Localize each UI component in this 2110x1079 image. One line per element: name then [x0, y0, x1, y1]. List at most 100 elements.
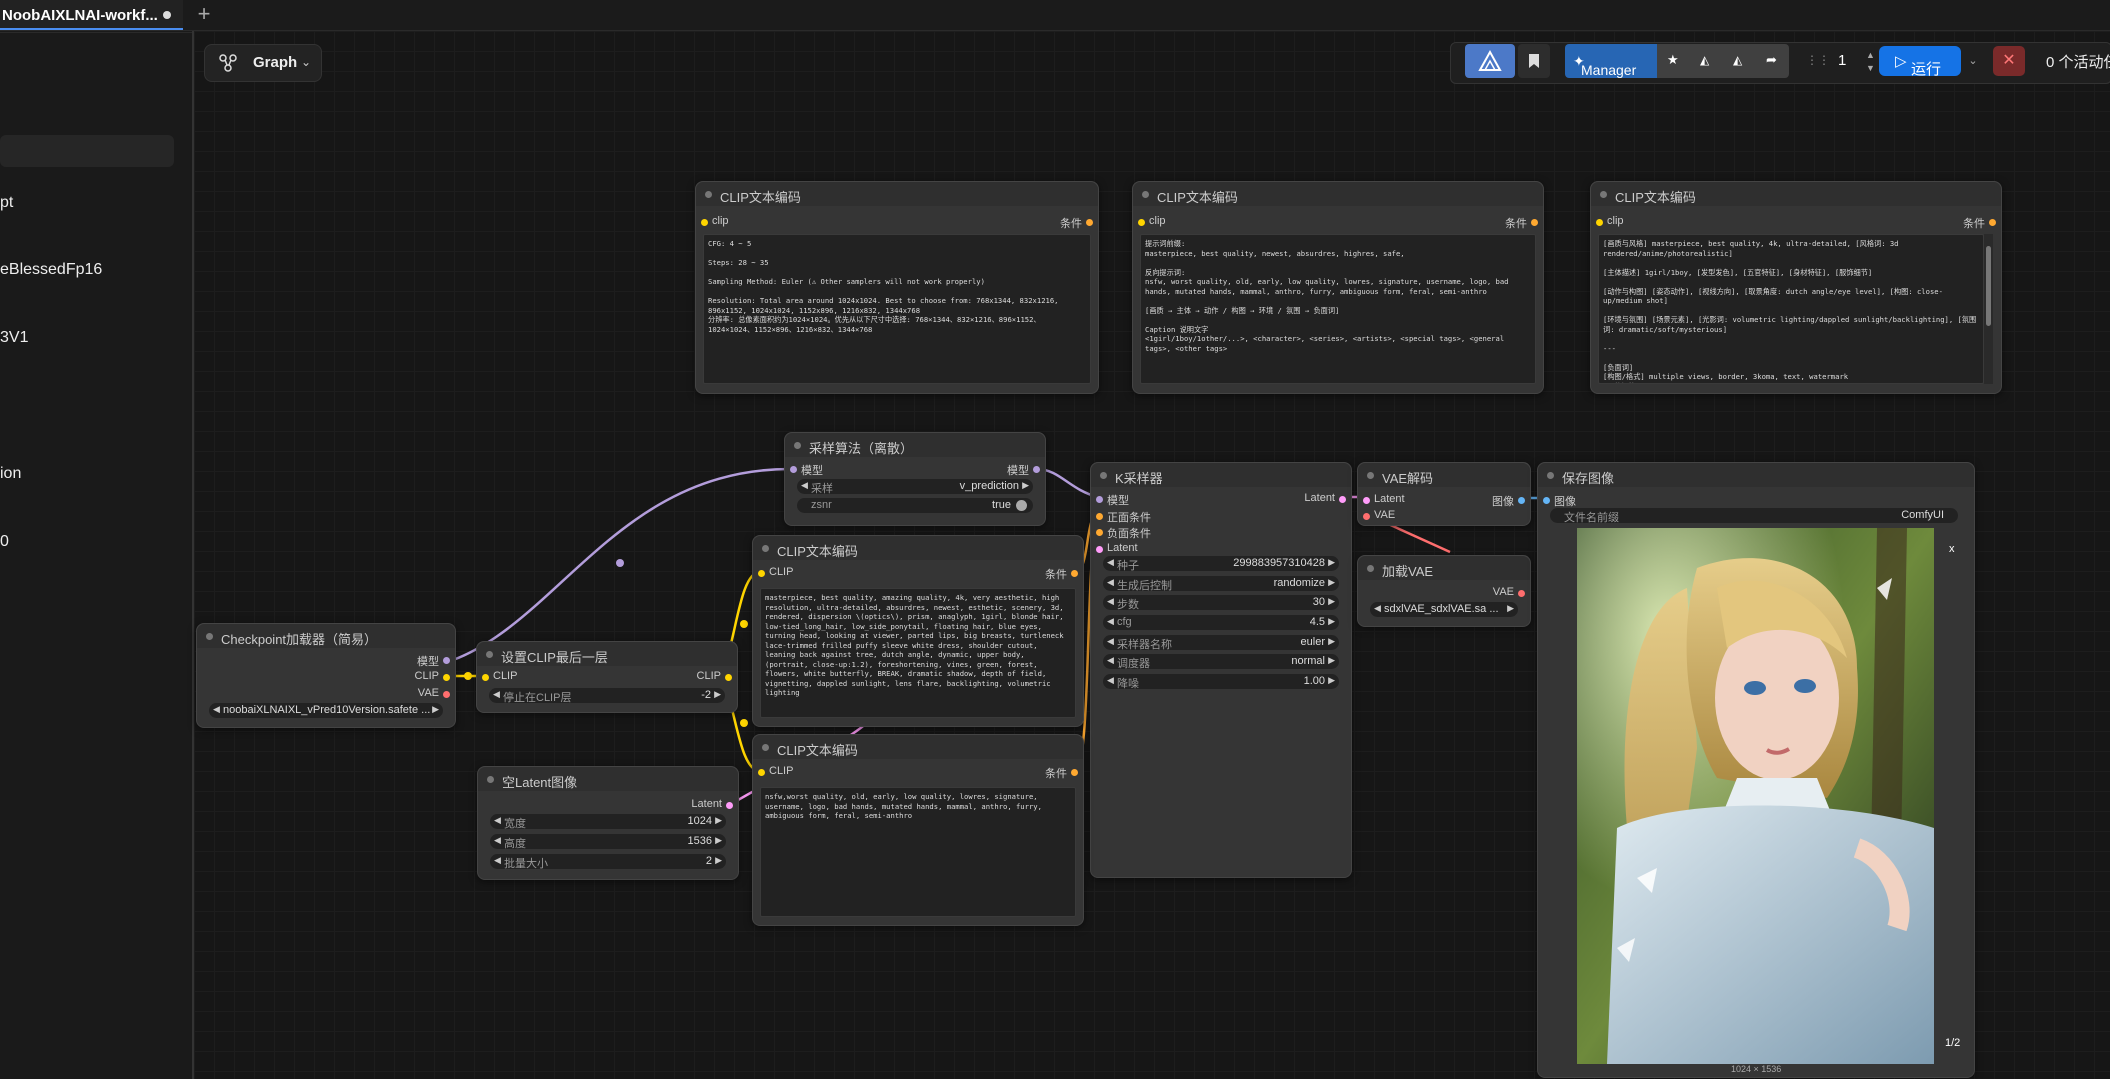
- clip-text-node-note3[interactable]: CLIP文本编码 clip 条件 [画质与风格] masterpiece, be…: [1590, 181, 2002, 394]
- vae-name-combo[interactable]: ◀ sdxlVAE_sdxlVAE.sa ... ▶: [1370, 602, 1518, 617]
- height-widget[interactable]: ◀ 高度 1536 ▶: [490, 834, 726, 850]
- node-header[interactable]: 设置CLIP最后一层: [477, 642, 737, 666]
- node-header[interactable]: 保存图像: [1538, 463, 1974, 487]
- node-header[interactable]: 采样算法（离散）: [785, 433, 1045, 457]
- clip-input-dot[interactable]: [758, 769, 765, 776]
- load-vae-node[interactable]: 加载VAE VAE ◀ sdxlVAE_sdxlVAE.sa ... ▶: [1357, 555, 1531, 627]
- run-options-chevron-icon[interactable]: ⌄: [1962, 46, 1984, 76]
- latent-output-dot[interactable]: [1339, 496, 1346, 503]
- batch-size-widget[interactable]: ◀ 批量大小 2 ▶: [490, 854, 726, 870]
- image-input-dot[interactable]: [1543, 497, 1550, 504]
- clip-input-dot[interactable]: [1138, 219, 1145, 226]
- seed-widget[interactable]: ◀ 种子 299883957310428 ▶: [1103, 556, 1339, 572]
- node-header[interactable]: 空Latent图像: [478, 767, 738, 791]
- graph-button[interactable]: Graph ⌄: [204, 44, 322, 82]
- clip-text-node-note1[interactable]: CLIP文本编码 clip 条件 CFG: 4 ~ 5 Steps: 28 ~ …: [695, 181, 1099, 394]
- sampler-name-widget[interactable]: ◀ 采样器名称 euler ▶: [1103, 635, 1339, 651]
- sampling-combo[interactable]: ◀ 采样 v_prediction ▶: [797, 479, 1033, 495]
- ksampler-node[interactable]: K采样器 模型 正面条件 负面条件 Latent Latent ◀ 种子 29988…: [1090, 462, 1352, 878]
- vae-output-dot[interactable]: [443, 691, 450, 698]
- star-button[interactable]: ★: [1657, 44, 1690, 78]
- ckpt-name-combo[interactable]: ◀ noobaiXLNAIXL_vPred10Version.safete ...…: [209, 703, 443, 718]
- cond-output-dot[interactable]: [1071, 570, 1078, 577]
- latent-input-dot[interactable]: [1363, 497, 1370, 504]
- decrement-icon[interactable]: ▼: [1866, 63, 1875, 73]
- positive-input-dot[interactable]: [1096, 513, 1103, 520]
- increment-icon[interactable]: ▲: [1866, 50, 1875, 60]
- node-header[interactable]: Checkpoint加载器（简易）: [197, 624, 455, 648]
- clip-input-dot[interactable]: [482, 674, 489, 681]
- latent-output-dot[interactable]: [726, 802, 733, 809]
- prompt-textarea[interactable]: 提示词前缀: masterpiece, best quality, newest…: [1140, 234, 1536, 384]
- prompt-textarea[interactable]: masterpiece, best quality, amazing quali…: [760, 588, 1076, 718]
- node-header[interactable]: CLIP文本编码: [696, 182, 1098, 206]
- model-input-dot[interactable]: [1096, 496, 1103, 503]
- prompt-textarea[interactable]: [画质与风格] masterpiece, best quality, 4k, u…: [1598, 234, 1984, 384]
- clip-input-dot[interactable]: [701, 219, 708, 226]
- width-widget[interactable]: ◀ 宽度 1024 ▶: [490, 814, 726, 830]
- bookmark-button[interactable]: [1518, 44, 1550, 78]
- node-header[interactable]: 加载VAE: [1358, 556, 1530, 580]
- checkpoint-loader-node[interactable]: Checkpoint加载器（简易） 模型 CLIP VAE ◀ noobaiXLN…: [196, 623, 456, 728]
- vae-decode-node[interactable]: VAE解码 Latent VAE 图像: [1357, 462, 1531, 526]
- negative-input-dot[interactable]: [1096, 529, 1103, 536]
- image-output-dot[interactable]: [1518, 497, 1525, 504]
- output-image-preview[interactable]: [1577, 528, 1934, 1064]
- steps-widget[interactable]: ◀ 步数 30 ▶: [1103, 595, 1339, 611]
- clip-text-node-note2[interactable]: CLIP文本编码 clip 条件 提示词前缀: masterpiece, bes…: [1132, 181, 1544, 394]
- close-preview-button[interactable]: x: [1949, 543, 1955, 555]
- model-tool-button[interactable]: ◭: [1723, 44, 1756, 78]
- comfy-logo-button[interactable]: [1465, 44, 1515, 78]
- denoise-widget[interactable]: ◀ 降噪 1.00 ▶: [1103, 674, 1339, 690]
- cfg-widget[interactable]: ◀ cfg 4.5 ▶: [1103, 615, 1339, 630]
- latent-input-dot[interactable]: [1096, 546, 1103, 553]
- clip-input-dot[interactable]: [1596, 219, 1603, 226]
- queue-count-stepper[interactable]: 1 ▲ ▼: [1822, 44, 1880, 78]
- node-tool-button[interactable]: ◭: [1690, 44, 1723, 78]
- input-label: clip: [712, 215, 729, 227]
- model-output-dot[interactable]: [1033, 466, 1040, 473]
- node-header[interactable]: CLIP文本编码: [753, 735, 1083, 759]
- stop-button[interactable]: ✕: [1993, 46, 2025, 76]
- vae-input-dot[interactable]: [1363, 513, 1370, 520]
- input-label: Latent: [1107, 542, 1138, 554]
- clip-text-node-negative[interactable]: CLIP文本编码 CLIP 条件 nsfw,worst quality, old…: [752, 734, 1084, 926]
- model-output-dot[interactable]: [443, 657, 450, 664]
- scheduler-widget[interactable]: ◀ 调度器 normal ▶: [1103, 654, 1339, 670]
- clip-output-dot[interactable]: [443, 674, 450, 681]
- zsnr-toggle[interactable]: zsnr true: [797, 498, 1033, 513]
- cond-output-dot[interactable]: [1071, 769, 1078, 776]
- share-button[interactable]: ➦: [1756, 44, 1789, 78]
- graph-label: Graph: [253, 54, 298, 71]
- run-button[interactable]: ▷ 运行: [1879, 46, 1961, 78]
- empty-latent-node[interactable]: 空Latent图像 Latent ◀ 宽度 1024 ▶ ◀ 高度 1536 ▶ ◀ 批量大小…: [477, 766, 739, 880]
- widget-label: 调度器: [1117, 658, 1150, 670]
- stop-at-clip-layer-widget[interactable]: ◀ 停止在CLIP层 -2 ▶: [489, 688, 725, 704]
- cond-output-dot[interactable]: [1989, 219, 1996, 226]
- clip-output-dot[interactable]: [725, 674, 732, 681]
- filename-prefix-widget[interactable]: 文件名前缀 ComfyUI: [1550, 508, 1958, 524]
- widget-label: 高度: [504, 838, 526, 850]
- manager-button[interactable]: ✦ Manager: [1565, 44, 1657, 78]
- prompt-textarea[interactable]: nsfw,worst quality, old, early, low qual…: [760, 787, 1076, 917]
- node-title: K采样器: [1115, 471, 1163, 486]
- vae-output-dot[interactable]: [1518, 590, 1525, 597]
- node-header[interactable]: K采样器: [1091, 463, 1351, 487]
- image-pager[interactable]: 1/2: [1945, 1037, 1960, 1049]
- prompt-textarea[interactable]: CFG: 4 ~ 5 Steps: 28 ~ 35 Sampling Metho…: [703, 234, 1091, 384]
- control-after-generate-widget[interactable]: ◀ 生成后控制 randomize ▶: [1103, 576, 1339, 592]
- model-input-dot[interactable]: [790, 466, 797, 473]
- scrollbar[interactable]: [1984, 234, 1993, 384]
- clip-text-node-positive[interactable]: CLIP文本编码 CLIP 条件 masterpiece, best quali…: [752, 535, 1084, 727]
- node-header[interactable]: CLIP文本编码: [1591, 182, 2001, 206]
- scrollbar-thumb[interactable]: [1986, 246, 1991, 326]
- node-header[interactable]: CLIP文本编码: [1133, 182, 1543, 206]
- clip-set-last-layer-node[interactable]: 设置CLIP最后一层 CLIP CLIP ◀ 停止在CLIP层 -2 ▶: [476, 641, 738, 713]
- cond-output-dot[interactable]: [1531, 219, 1538, 226]
- sampling-discrete-node[interactable]: 采样算法（离散） 模型 模型 ◀ 采样 v_prediction ▶ zsnr true: [784, 432, 1046, 526]
- node-title: CLIP文本编码: [777, 743, 858, 758]
- cond-output-dot[interactable]: [1086, 219, 1093, 226]
- node-header[interactable]: CLIP文本编码: [753, 536, 1083, 560]
- node-header[interactable]: VAE解码: [1358, 463, 1530, 487]
- clip-input-dot[interactable]: [758, 570, 765, 577]
